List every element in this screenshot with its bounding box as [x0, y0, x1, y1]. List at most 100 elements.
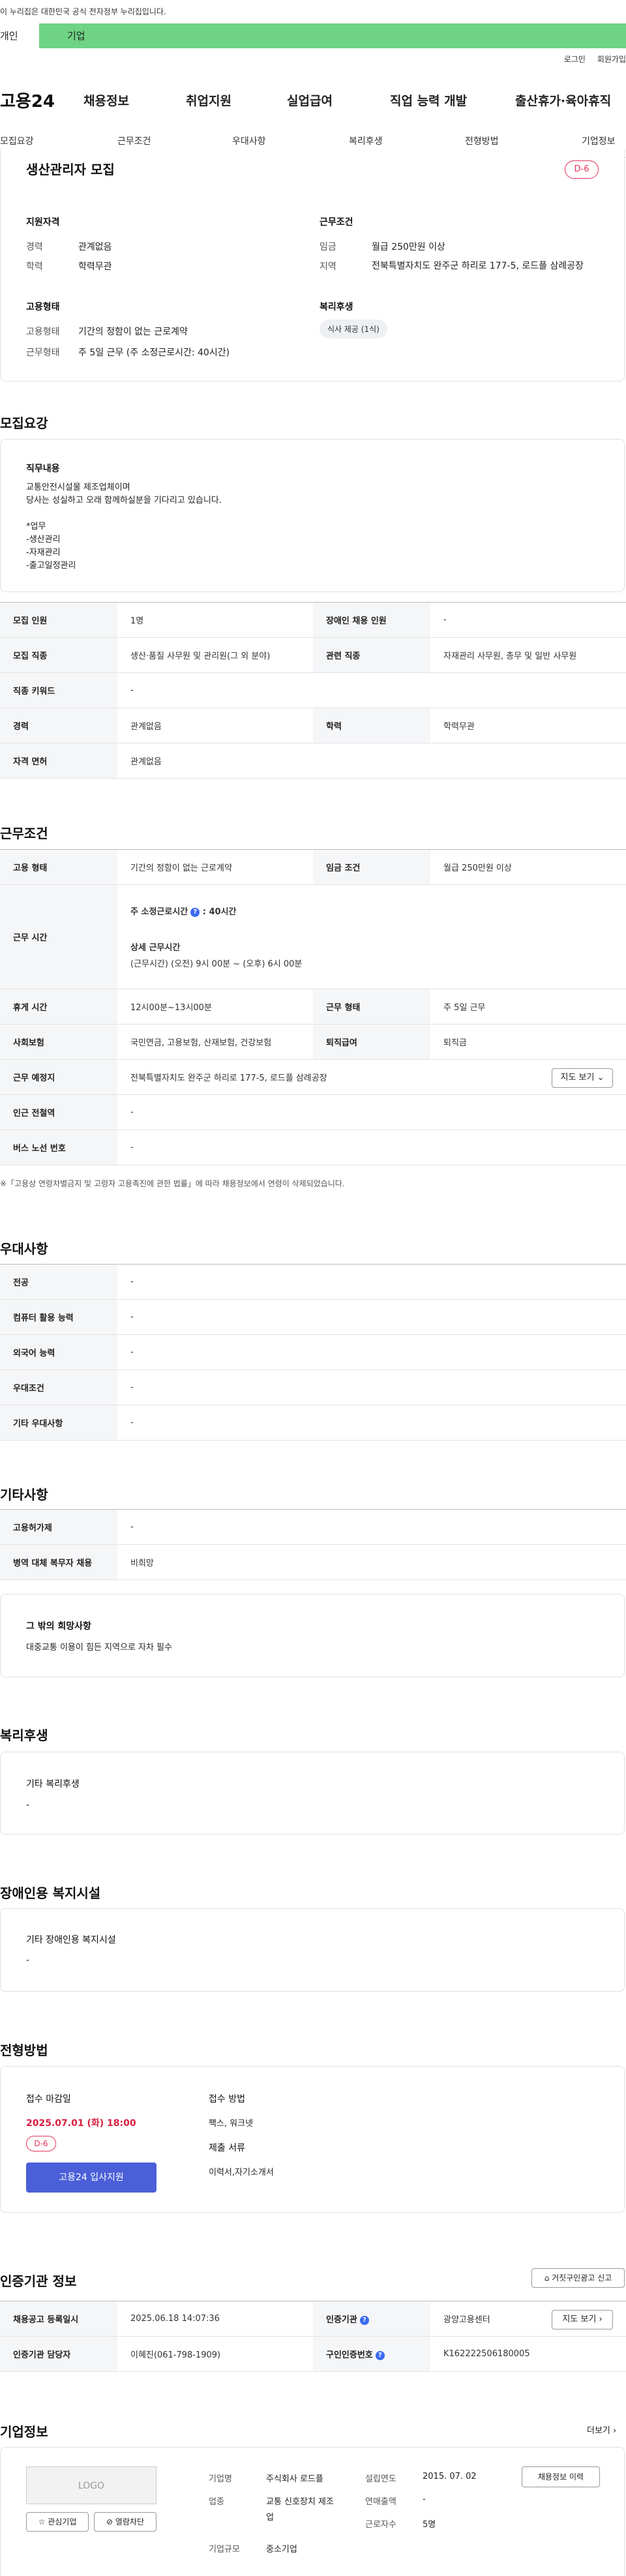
- table-cell: 2025.06.18 14:07:36: [117, 2301, 313, 2337]
- table-header: 고용 형태: [0, 849, 117, 885]
- table-header: 퇴직급여: [313, 1024, 430, 1060]
- table-header: 인근 전철역: [0, 1094, 117, 1130]
- table-header: 전공: [0, 1264, 117, 1300]
- table-row: 병역 대체 복무자 채용 비희망: [0, 1544, 626, 1580]
- table-header: 기타 우대사항: [0, 1405, 117, 1441]
- table-header: 자격 면허: [0, 743, 117, 779]
- table-row: 인증기관 담당자 이혜진(061-798-1909) 구인인증번호? K1622225…: [0, 2336, 626, 2372]
- login-link[interactable]: 로그인: [564, 55, 586, 64]
- table-cell: -: [117, 1509, 626, 1545]
- duty-title: 직무내용: [26, 464, 60, 474]
- docs-value: 이력서,자기소개서: [209, 2168, 274, 2178]
- apply-button[interactable]: 고용24 입사지원: [26, 2163, 156, 2193]
- info-icon[interactable]: ?: [359, 2315, 369, 2325]
- table-cell: -: [117, 1299, 626, 1335]
- cond-title: 근무조건: [320, 217, 353, 228]
- gnb-employment-support[interactable]: 취업지원: [186, 91, 231, 109]
- table-row: 고용허가제 -: [0, 1509, 626, 1545]
- weekly-hours-label: 주 소정근로시간: [130, 907, 188, 917]
- table-header: 휴게 시간: [0, 989, 117, 1025]
- gnb-unemployment-benefit[interactable]: 실업급여: [287, 91, 333, 109]
- table-cell: 자재관리 사무원, 총무 및 일반 사무원: [430, 637, 626, 673]
- industry-value: 교통 신호장치 제조업: [266, 2497, 334, 2523]
- table-cell: -: [117, 1334, 626, 1370]
- subnav-pref[interactable]: 우대사항: [232, 134, 266, 147]
- cond-region-label: 지역: [320, 262, 336, 272]
- table-header: 우대조건: [0, 1370, 117, 1405]
- agency-cell: 광양고용센터 지도 보기 ›: [430, 2301, 626, 2337]
- subnav-welfare[interactable]: 복리후생: [349, 134, 383, 147]
- table-row: 휴게 시간 12시00분~13시00분 근무 형태 주 5일 근무: [0, 989, 626, 1025]
- info-icon[interactable]: ?: [375, 2350, 385, 2360]
- emp-form-value: 주 5일 근무 (주 소정근로시간: 40시간): [78, 348, 230, 358]
- gnb-vocational-training[interactable]: 직업 능력 개발: [390, 91, 467, 109]
- favorite-company-button[interactable]: ☆ 관심기업: [26, 2512, 89, 2532]
- table-header: 인증기관?: [313, 2301, 430, 2337]
- table-header: 채용공고 등록일시: [0, 2301, 117, 2337]
- info-icon[interactable]: ?: [190, 907, 200, 917]
- subnav-recruit[interactable]: 모집요강: [0, 134, 34, 147]
- agency-map-button[interactable]: 지도 보기 ›: [552, 2310, 613, 2329]
- company-section-title: 기업정보: [0, 2424, 48, 2440]
- gnb-job-info[interactable]: 채용정보: [83, 91, 129, 109]
- table-row: 채용공고 등록일시 2025.06.18 14:07:36 인증기관? 광양고용센터 지…: [0, 2301, 626, 2337]
- work-hours-cell: 주 소정근로시간? : 40시간 상세 근무시간 (근무시간) (오전) 9시 …: [117, 884, 626, 989]
- block-company-button[interactable]: ⊘ 열람차단: [94, 2512, 156, 2532]
- emp-type-value: 기간의 정함이 없는 근로계약: [78, 327, 188, 337]
- emp-title: 고용형태: [26, 302, 60, 312]
- table-cell: 학력무관: [430, 708, 626, 743]
- user-type-tabs: 개인 기업: [0, 23, 626, 48]
- recruit-section-title: 모집요강: [0, 415, 48, 431]
- job-history-button[interactable]: 채용정보 이력: [522, 2466, 600, 2487]
- company-more-link[interactable]: 더보기 ›: [587, 2423, 616, 2436]
- welfare-etc-title: 기타 복리후생: [26, 1779, 80, 1790]
- table-cell: 월급 250만원 이상: [430, 849, 626, 885]
- map-view-button[interactable]: 지도 보기 ⌄: [552, 1068, 613, 1088]
- weekly-hours: 주 소정근로시간? : 40시간: [130, 905, 626, 917]
- table-header: 관련 직종: [313, 637, 430, 673]
- tab-personal[interactable]: 개인: [0, 23, 39, 48]
- pref-table: 전공 - 컴퓨터 활용 능력 - 외국어 능력 - 우대조건 - 기타 우대사항 -: [0, 1264, 626, 1441]
- signup-link[interactable]: 회원가입: [597, 55, 626, 64]
- table-cell: -: [117, 1370, 626, 1405]
- table-cell: 국민연금, 고용보험, 산재보험, 건강보험: [117, 1024, 313, 1060]
- table-header: 버스 노선 번호: [0, 1130, 117, 1165]
- gnb-parental-leave[interactable]: 출산휴가·육아휴직: [515, 91, 611, 109]
- cond-wage-label: 임금: [320, 242, 336, 252]
- site-logo[interactable]: 고용24: [0, 88, 55, 112]
- hope-value: 대중교통 이용이 힘든 지역으로 자차 필수: [26, 1643, 172, 1653]
- emp-form-label: 근무형태: [26, 348, 60, 358]
- report-fake-ad-button[interactable]: ⌂ 거짓구인광고 신고: [531, 2268, 625, 2288]
- table-cell: -: [117, 672, 626, 708]
- welfare-title: 복리후생: [320, 302, 353, 312]
- cert-number-label: 구인인증번호: [326, 2350, 373, 2360]
- subnav-process[interactable]: 전형방법: [465, 134, 499, 147]
- employees-value: 5명: [423, 2520, 436, 2530]
- table-header: 사회보험: [0, 1024, 117, 1060]
- weekly-hours-value: : 40시간: [202, 907, 237, 917]
- duty-line: *업무: [26, 522, 46, 532]
- subnav-company[interactable]: 기업정보: [582, 134, 616, 147]
- table-cell: 1명: [117, 602, 313, 638]
- tab-company[interactable]: 기업: [39, 23, 626, 48]
- table-cell: 생산·품질 사무원 및 관리원(그 외 분야): [117, 637, 313, 673]
- table-header: 근무 시간: [0, 884, 117, 989]
- table-row: 모집 직종 생산·품질 사무원 및 관리원(그 외 분야) 관련 직종 자재관리 사무…: [0, 637, 626, 673]
- table-header: 임금 조건: [313, 849, 430, 885]
- duty-line-blank: [26, 507, 222, 520]
- table-row: 우대조건 -: [0, 1370, 626, 1405]
- table-row: 기타 우대사항 -: [0, 1405, 626, 1441]
- work-place-value: 전북특별자치도 완주군 하리로 177-5, 로드플 삼례공장: [130, 1073, 327, 1083]
- age-note: ※「고용상 연령차별금지 및 고령자 고용촉진에 관한 법률」에 따라 채용정보…: [0, 1179, 345, 1188]
- work-section-title: 근무조건: [0, 826, 48, 841]
- duty-line: -자재관리: [26, 548, 61, 558]
- table-row: 컴퓨터 활용 능력 -: [0, 1299, 626, 1335]
- table-cell: -: [430, 602, 626, 638]
- qual-edu-value: 학력무관: [78, 262, 112, 272]
- table-row: 직종 키워드 -: [0, 672, 626, 708]
- etc-section-title: 기타사항: [0, 1487, 48, 1503]
- deadline-value: 2025.07.01 (화) 18:00: [26, 2118, 136, 2129]
- subnav-work[interactable]: 근무조건: [117, 134, 151, 147]
- job-title: 생산관리자 모집: [26, 162, 115, 177]
- agency-table: 채용공고 등록일시 2025.06.18 14:07:36 인증기관? 광양고용센터 지…: [0, 2301, 626, 2372]
